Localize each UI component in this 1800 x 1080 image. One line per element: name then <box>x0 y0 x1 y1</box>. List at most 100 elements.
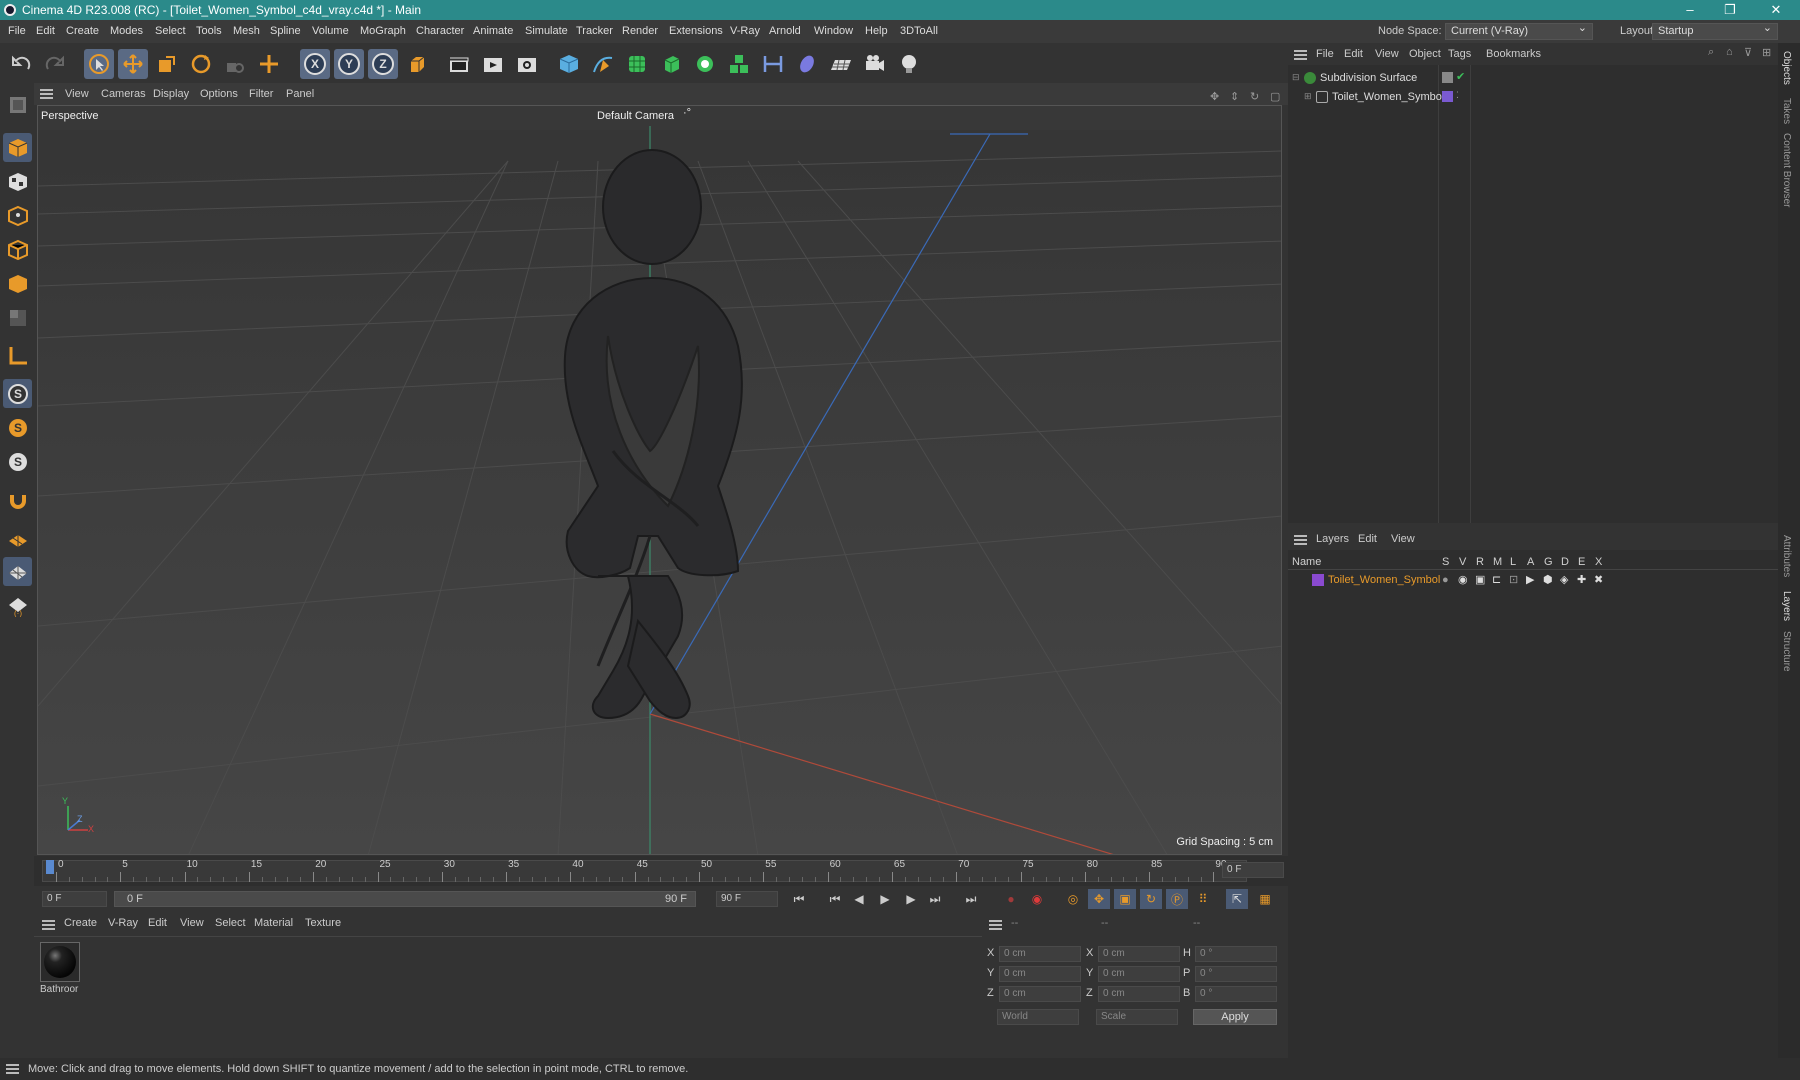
material-name-label[interactable]: Bathroor <box>40 984 78 995</box>
expand-icon[interactable]: ⊟ <box>1292 72 1300 83</box>
layer-render-icon[interactable]: ▣ <box>1475 573 1485 586</box>
layer-swatch-icon[interactable] <box>1442 72 1453 83</box>
coord-size-y-field[interactable]: 0 cm <box>1098 966 1180 982</box>
texture-mode-icon[interactable] <box>3 167 32 196</box>
menu-tools[interactable]: Tools <box>196 20 222 43</box>
play-button[interactable]: ▶ <box>874 889 896 909</box>
lm-menu-layers[interactable]: Layers <box>1316 533 1349 545</box>
layer-generators-icon[interactable]: ⬢ <box>1543 573 1553 586</box>
object-row-toilet-women-symbol[interactable]: ⊞ Toilet_Women_Symbol ⁚ <box>1288 89 1778 106</box>
timeline-ruler[interactable]: 0 5 10 15 20 25 30 35 40 45 50 55 60 65 70 75 80 85 90 0 F <box>34 856 1288 886</box>
apply-button[interactable]: Apply <box>1193 1009 1277 1025</box>
model-mode-icon[interactable] <box>3 133 32 162</box>
om-menu-tags[interactable]: Tags <box>1448 48 1471 60</box>
field-icon[interactable] <box>792 49 822 79</box>
coord-mode-world-dropdown[interactable]: World <box>997 1009 1079 1025</box>
magnet-icon[interactable] <box>3 485 32 514</box>
camera-icon[interactable] <box>860 49 890 79</box>
end-frame-field[interactable]: 90 F <box>716 891 778 907</box>
move-tool-button[interactable] <box>118 49 148 79</box>
points-mode-icon[interactable] <box>3 201 32 230</box>
timeline-grid-icon[interactable]: (·) <box>3 591 32 620</box>
coord-size-z-field[interactable]: 0 cm <box>1098 986 1180 1002</box>
layer-lock-icon[interactable]: ⊡ <box>1509 573 1518 586</box>
material-menu-select[interactable]: Select <box>215 917 246 929</box>
material-menu-edit[interactable]: Edit <box>148 917 167 929</box>
coord-pos-y-field[interactable]: 0 cm <box>999 966 1081 982</box>
menu-mograph[interactable]: MoGraph <box>360 20 406 43</box>
tab-objects[interactable]: Objects <box>1781 51 1792 85</box>
rotate-tool-button[interactable] <box>186 49 216 79</box>
record-button[interactable]: ● <box>1000 889 1022 909</box>
expand-icon[interactable]: ⊞ <box>1304 91 1312 102</box>
autokey-button[interactable]: ◉ <box>1026 889 1048 909</box>
workplane-icon[interactable] <box>3 341 32 370</box>
viewport-menu-options[interactable]: Options <box>200 83 238 105</box>
material-menu-material[interactable]: Material <box>254 917 293 929</box>
menu-render[interactable]: Render <box>622 20 658 43</box>
status-hamburger-icon[interactable] <box>6 1064 19 1074</box>
layer-manager-icon[interactable]: ⊏ <box>1492 573 1501 586</box>
render-settings-button[interactable] <box>512 49 542 79</box>
mograph-icon[interactable] <box>724 49 754 79</box>
key-parameter-button[interactable]: Ⓟ <box>1166 889 1188 909</box>
om-home-icon[interactable]: ⌂ <box>1726 46 1733 58</box>
layer-view-eye-icon[interactable]: ◉ <box>1458 573 1468 586</box>
material-menu-texture[interactable]: Texture <box>305 917 341 929</box>
menu-animate[interactable]: Animate <box>473 20 513 43</box>
menu-spline[interactable]: Spline <box>270 20 301 43</box>
key-position-button[interactable]: ✥ <box>1088 889 1110 909</box>
material-hamburger-icon[interactable] <box>42 920 55 930</box>
go-to-start-button[interactable]: ⏮ <box>788 889 810 909</box>
om-new-window-icon[interactable]: ⊞ <box>1762 46 1771 59</box>
layer-manager-hamburger-icon[interactable] <box>1294 535 1307 545</box>
snap-settings-icon[interactable]: S <box>3 413 32 442</box>
layer-row-toilet-women-symbol[interactable]: Toilet_Women_Symbol ● ◉ ▣ ⊏ ⊡ ▶ ⬢ ◈ ✚ ✖ <box>1288 572 1778 589</box>
floor-grid-icon[interactable] <box>3 523 32 552</box>
layer-deformers-icon[interactable]: ◈ <box>1560 573 1568 586</box>
viewport-menu-panel[interactable]: Panel <box>286 83 314 105</box>
spline-pen-icon[interactable] <box>588 49 618 79</box>
snap-quantize-icon[interactable]: S <box>3 447 32 476</box>
y-axis-lock-button[interactable]: Y <box>334 49 364 79</box>
recent-tool-button[interactable] <box>254 49 284 79</box>
om-menu-object[interactable]: Object <box>1409 48 1441 60</box>
menu-3dtoall[interactable]: 3DToAll <box>900 20 938 43</box>
enabled-check-icon[interactable]: ✔ <box>1456 70 1465 83</box>
material-swatch[interactable] <box>40 942 80 982</box>
key-rotation-button[interactable]: ↻ <box>1140 889 1162 909</box>
go-to-end-button[interactable]: ⏭ <box>960 889 982 909</box>
tab-attributes[interactable]: Attributes <box>1781 535 1792 577</box>
next-key-button[interactable]: ⏭ <box>924 889 946 909</box>
start-frame-field[interactable]: 0 F <box>42 891 107 907</box>
scale-gray-tool-button[interactable] <box>220 49 250 79</box>
tab-content-browser[interactable]: Content Browser <box>1781 133 1792 207</box>
restore-button[interactable]: ❐ <box>1710 0 1750 20</box>
menu-file[interactable]: File <box>8 20 26 43</box>
timeline-playhead[interactable] <box>46 860 54 874</box>
coord-rot-h-field[interactable]: 0 ° <box>1195 946 1277 962</box>
render-picture-viewer-button[interactable] <box>478 49 508 79</box>
snap-toggle-icon[interactable]: S <box>3 379 32 408</box>
key-pla-button[interactable]: ⠿ <box>1192 889 1214 909</box>
menu-extensions[interactable]: Extensions <box>669 20 723 43</box>
menu-edit[interactable]: Edit <box>36 20 55 43</box>
subdivision-surface-icon[interactable] <box>622 49 652 79</box>
lm-menu-view[interactable]: View <box>1391 533 1415 545</box>
floor-icon[interactable] <box>826 49 856 79</box>
next-frame-button[interactable]: ▶ <box>900 889 922 909</box>
viewport-menu-cameras[interactable]: Cameras <box>101 83 146 105</box>
material-menu-vray[interactable]: V-Ray <box>108 917 138 929</box>
material-menu-create[interactable]: Create <box>64 917 97 929</box>
timeline-window-button[interactable]: ▦ <box>1254 889 1276 909</box>
make-editable-icon[interactable] <box>3 90 32 119</box>
object-row-subdivision-surface[interactable]: ⊟ Subdivision Surface ✔ <box>1288 70 1778 87</box>
tab-layers[interactable]: Layers <box>1781 591 1792 621</box>
close-button[interactable]: ✕ <box>1756 0 1796 20</box>
menu-vray[interactable]: V-Ray <box>730 20 760 43</box>
cloner-icon[interactable] <box>690 49 720 79</box>
previous-frame-button[interactable]: ◀ <box>848 889 870 909</box>
layer-name-label[interactable]: Toilet_Women_Symbol <box>1328 574 1440 586</box>
object-manager-hamburger-icon[interactable] <box>1294 50 1307 60</box>
menu-window[interactable]: Window <box>814 20 853 43</box>
